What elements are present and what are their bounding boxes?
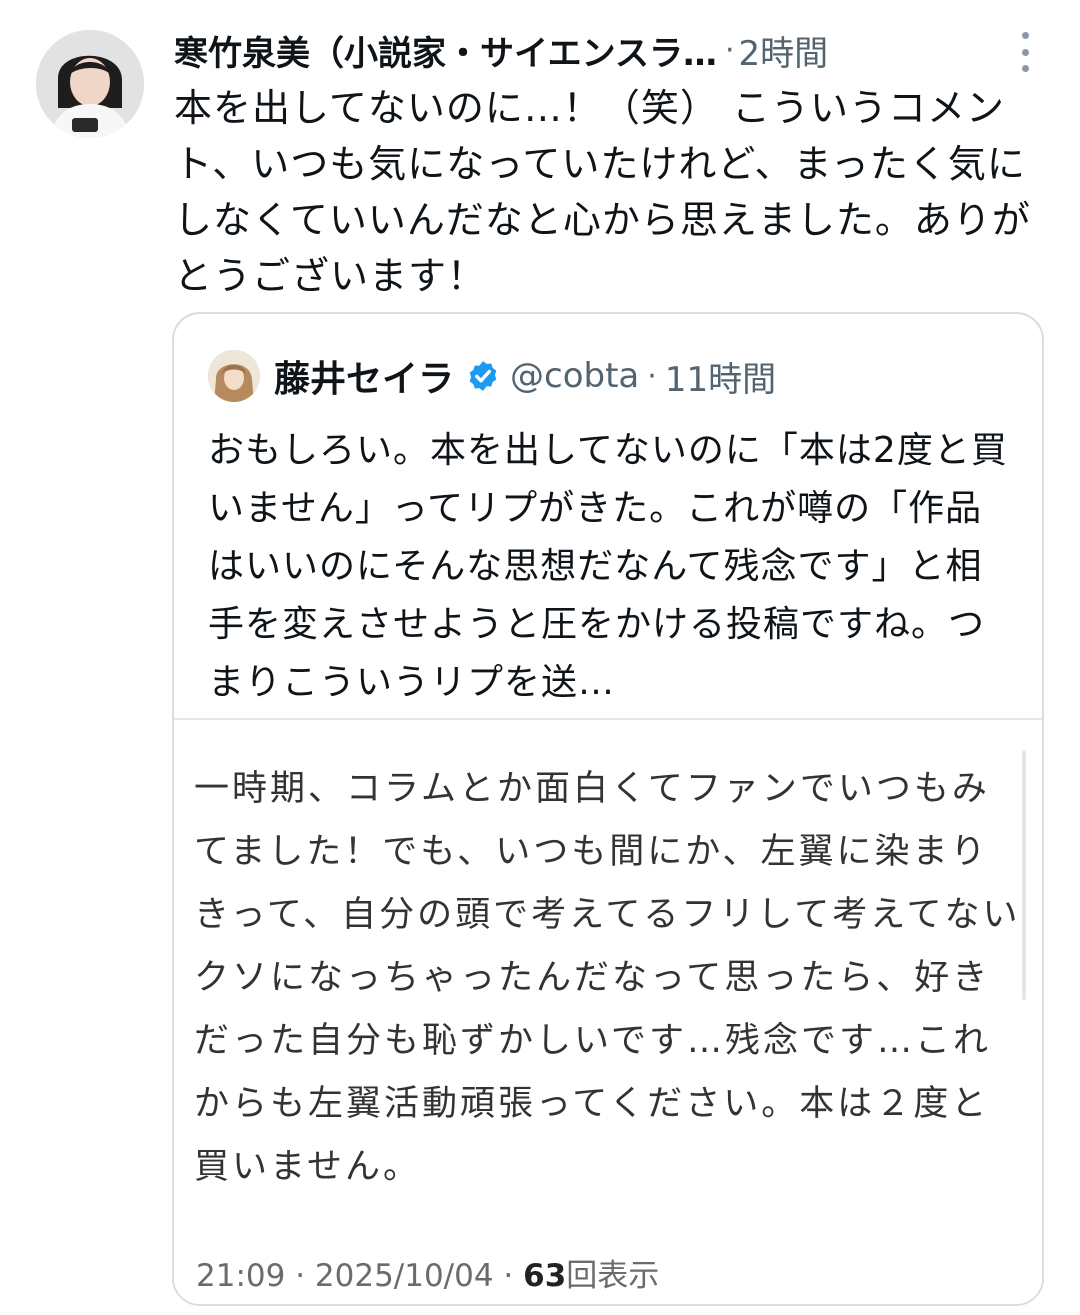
- views-label: 回表示: [566, 1258, 660, 1294]
- meta-separator: ·: [647, 358, 657, 394]
- media-timestamp-line: 21:09 · 2025/10/04 · 63回表示: [196, 1250, 659, 1295]
- tweet-header: 寒竹泉美（小説家・サイエンスラ… · 2時間: [174, 24, 1054, 76]
- quoted-author-avatar: [208, 350, 260, 402]
- author-name[interactable]: 寒竹泉美（小説家・サイエンスラ…: [174, 26, 717, 75]
- quoted-tweet-time: 11時間: [664, 359, 777, 400]
- quoted-tweet-text: おもしろい。本を出してないのに「本は2度と買いません」ってリプがきた。これが噂の…: [208, 430, 1008, 703]
- media-timestamp: 21:09 · 2025/10/04 ·: [196, 1258, 524, 1294]
- tweet-time[interactable]: 2時間: [739, 26, 829, 75]
- more-vertical-icon[interactable]: [1014, 32, 1036, 72]
- tweet-text: 本を出してないのに…！（笑） こういうコメント、いつも気になっていたけれど、まっ…: [174, 86, 1031, 298]
- author-avatar[interactable]: [36, 30, 144, 138]
- quoted-tweet-card[interactable]: 藤井セイラ @cobta · 11時間 おもしろい。本を出してないのに「本は2度…: [172, 312, 1044, 1306]
- quoted-tweet-media-screenshot[interactable]: 一時期、コラムとか面白くてファンでいつもみてました！でも、いつも間にか、左翼に染…: [174, 718, 1042, 1304]
- media-reply-text: 一時期、コラムとか面白くてファンでいつもみてました！でも、いつも間にか、左翼に染…: [194, 769, 1021, 1187]
- quoted-author-handle: @cobta: [510, 356, 640, 396]
- tweet[interactable]: 寒竹泉美（小説家・サイエンスラ… · 2時間 本を出してないのに…！（笑） こう…: [0, 0, 1080, 1315]
- views-count: 63: [523, 1258, 567, 1294]
- quoted-author-name: 藤井セイラ: [274, 359, 455, 400]
- verified-badge-icon: [469, 361, 497, 391]
- meta-separator: ·: [724, 32, 735, 68]
- quoted-tweet-header: 藤井セイラ @cobta · 11時間: [208, 346, 776, 406]
